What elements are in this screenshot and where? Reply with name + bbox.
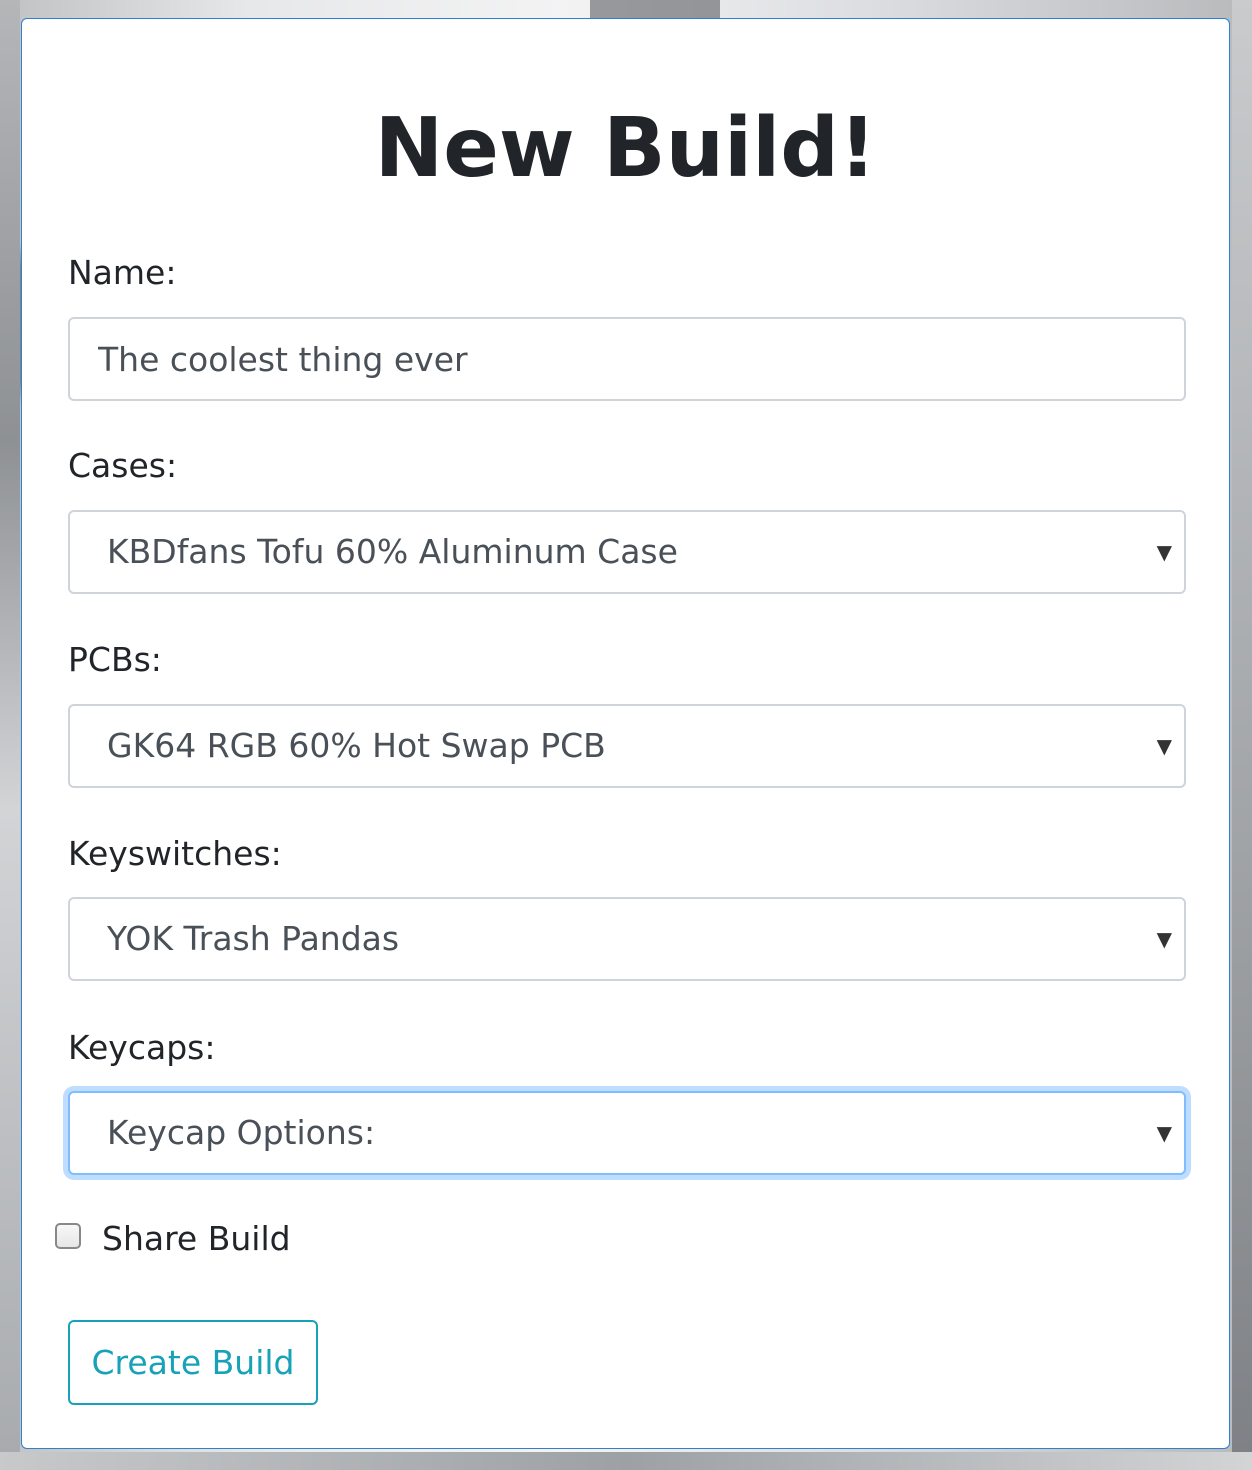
cases-label: Cases:	[68, 446, 178, 485]
pcbs-selected-value: GK64 RGB 60% Hot Swap PCB	[107, 726, 606, 765]
keyswitches-label: Keyswitches:	[68, 834, 282, 873]
caret-down-icon: ▼	[1156, 540, 1172, 564]
caret-down-icon: ▼	[1156, 927, 1172, 951]
keyswitches-select[interactable]: YOK Trash Pandas ▼	[68, 897, 1186, 981]
page-title: New Build!	[374, 101, 877, 196]
keyswitches-selected-value: YOK Trash Pandas	[107, 919, 400, 958]
background-shadow-right	[1232, 0, 1252, 1470]
share-build-label[interactable]: Share Build	[102, 1217, 291, 1261]
pcbs-label: PCBs:	[68, 640, 162, 679]
share-build-checkbox[interactable]	[55, 1223, 81, 1249]
keycaps-selected-value: Keycap Options:	[107, 1113, 376, 1152]
background-shadow-bottom	[0, 1452, 1252, 1470]
cases-selected-value: KBDfans Tofu 60% Aluminum Case	[107, 532, 678, 571]
background-shadow-top	[590, 0, 720, 20]
new-build-card: New Build! Name: Cases: KBDfans Tofu 60%…	[21, 18, 1230, 1449]
keycaps-select[interactable]: Keycap Options: ▼	[68, 1091, 1186, 1175]
caret-down-icon: ▼	[1156, 734, 1172, 758]
cases-select[interactable]: KBDfans Tofu 60% Aluminum Case ▼	[68, 510, 1186, 594]
create-build-button[interactable]: Create Build	[68, 1320, 318, 1405]
background-shadow-left	[0, 0, 20, 1470]
name-label: Name:	[68, 253, 177, 292]
name-input[interactable]	[68, 317, 1186, 401]
pcbs-select[interactable]: GK64 RGB 60% Hot Swap PCB ▼	[68, 704, 1186, 788]
keycaps-label: Keycaps:	[68, 1028, 216, 1067]
caret-down-icon: ▼	[1156, 1121, 1172, 1145]
